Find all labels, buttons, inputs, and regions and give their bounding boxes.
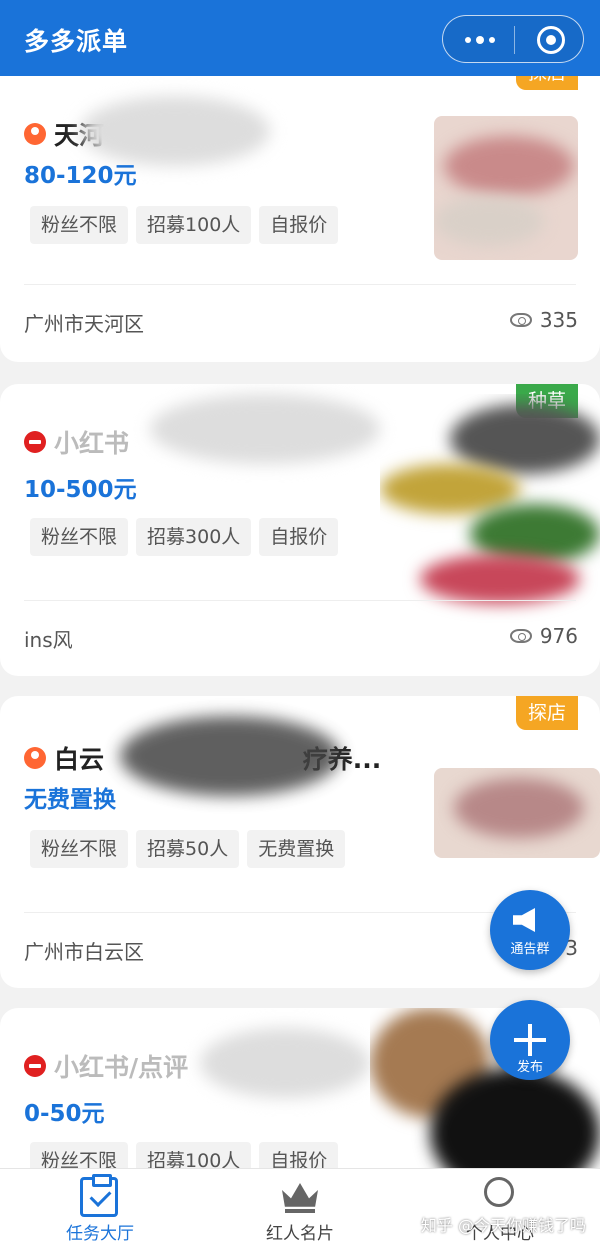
chip: 自报价 xyxy=(259,518,339,556)
chip: 招募300人 xyxy=(136,518,252,556)
xiaohongshu-icon xyxy=(24,1055,46,1077)
task-price: 80-120元 xyxy=(24,163,137,189)
mini-program-capsule xyxy=(442,15,584,63)
fab-label: 发布 xyxy=(516,1060,543,1075)
task-card[interactable]: 种草 小红书 10-500元 粉丝不限 招募300人 自报价 ins风 976 xyxy=(0,384,600,676)
close-target-icon[interactable] xyxy=(537,26,565,54)
task-card[interactable]: 探店 天河 80-120元 粉丝不限 招募100人 自报价 广州市天河区 335 xyxy=(0,76,600,362)
blur-mask xyxy=(120,716,340,796)
task-price: 无费置换 xyxy=(24,787,116,813)
xiaohongshu-icon xyxy=(24,431,46,453)
eye-icon xyxy=(509,629,532,643)
tab-influencer-cards[interactable]: 红人名片 xyxy=(200,1169,400,1248)
publish-button[interactable]: 发布 xyxy=(490,1000,570,1080)
blur-mask xyxy=(150,394,380,464)
dianping-icon xyxy=(24,123,46,145)
category-badge: 探店 xyxy=(515,696,578,730)
task-location: 广州市天河区 xyxy=(24,312,144,336)
blur-mask xyxy=(200,1028,370,1098)
requirement-chips: 粉丝不限 招募100人 自报价 xyxy=(30,1142,339,1168)
chip: 粉丝不限 xyxy=(30,1142,129,1168)
eye-icon xyxy=(509,313,532,327)
category-badge: 探店 xyxy=(515,76,578,90)
task-price: 10-500元 xyxy=(24,477,137,503)
requirement-chips: 粉丝不限 招募50人 无费置换 xyxy=(30,830,346,868)
app-header: 多多派单 xyxy=(0,0,600,76)
task-title: 小红书 xyxy=(24,424,129,460)
app-title: 多多派单 xyxy=(24,27,129,56)
task-thumbnail[interactable] xyxy=(380,394,600,624)
requirement-chips: 粉丝不限 招募100人 自报价 xyxy=(30,206,339,244)
crown-icon xyxy=(282,1183,318,1207)
tab-profile[interactable]: 个人中心 xyxy=(400,1169,600,1248)
chip: 粉丝不限 xyxy=(30,206,129,244)
speaker-icon xyxy=(513,908,535,932)
dianping-icon xyxy=(24,747,46,769)
task-thumbnail[interactable] xyxy=(434,768,600,858)
chip: 自报价 xyxy=(259,206,339,244)
chip: 招募100人 xyxy=(136,206,252,244)
tab-label: 任务大厅 xyxy=(66,1224,134,1244)
clipboard-check-icon xyxy=(80,1174,118,1217)
task-price: 0-50元 xyxy=(24,1101,105,1127)
fab-label: 通告群 xyxy=(510,942,550,957)
task-thumbnail[interactable] xyxy=(434,116,578,260)
chip: 粉丝不限 xyxy=(30,518,129,556)
bottom-tab-bar: 任务大厅 红人名片 个人中心 xyxy=(0,1168,600,1248)
watermark: 知乎 @今天你赚钱了吗 xyxy=(420,1216,586,1235)
tab-label: 红人名片 xyxy=(266,1224,334,1244)
capsule-divider xyxy=(514,26,515,54)
chip: 粉丝不限 xyxy=(30,830,129,868)
divider xyxy=(24,284,576,285)
more-dots-icon[interactable] xyxy=(465,36,495,44)
notice-group-button[interactable]: 通告群 xyxy=(490,890,570,970)
view-count: 335 xyxy=(509,308,578,332)
divider xyxy=(24,600,576,601)
chip: 自报价 xyxy=(259,1142,339,1168)
chip: 无费置换 xyxy=(247,830,346,868)
chip: 招募100人 xyxy=(136,1142,252,1168)
task-location: 广州市白云区 xyxy=(24,940,144,964)
view-count: 976 xyxy=(509,624,578,648)
task-location: ins风 xyxy=(24,628,73,652)
task-title: 小红书/点评 xyxy=(24,1048,188,1084)
chip: 招募50人 xyxy=(136,830,240,868)
user-icon xyxy=(484,1177,514,1207)
requirement-chips: 粉丝不限 招募300人 自报价 xyxy=(30,518,339,556)
tab-task-hall[interactable]: 任务大厅 xyxy=(0,1169,200,1248)
